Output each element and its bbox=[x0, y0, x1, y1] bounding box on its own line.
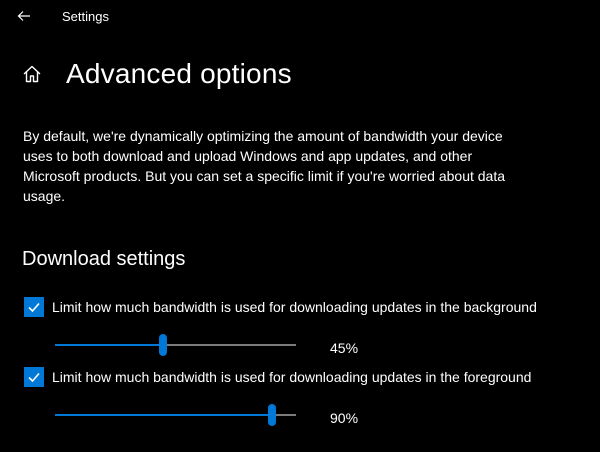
foreground-slider-value: 90% bbox=[330, 410, 359, 426]
back-arrow-icon bbox=[17, 11, 30, 21]
window-title: Settings bbox=[62, 9, 109, 24]
background-limit-checkbox-row[interactable]: Limit how much bandwidth is used for dow… bbox=[24, 297, 537, 317]
back-button[interactable] bbox=[12, 6, 36, 26]
background-slider-value: 45% bbox=[330, 340, 359, 356]
foreground-limit-checkbox[interactable] bbox=[24, 367, 44, 387]
home-button[interactable] bbox=[22, 63, 44, 85]
background-limit-checkbox[interactable] bbox=[24, 297, 44, 317]
section-heading-download-settings: Download settings bbox=[22, 248, 186, 270]
background-bandwidth-slider[interactable] bbox=[55, 333, 296, 357]
title-bar: Settings bbox=[0, 0, 600, 32]
page-header: Advanced options bbox=[22, 56, 292, 92]
page-title: Advanced options bbox=[66, 58, 292, 89]
foreground-limit-label: Limit how much bandwidth is used for dow… bbox=[52, 369, 532, 385]
foreground-limit-checkbox-row[interactable]: Limit how much bandwidth is used for dow… bbox=[24, 367, 531, 387]
slider-thumb[interactable] bbox=[267, 404, 276, 426]
foreground-bandwidth-slider[interactable] bbox=[55, 403, 296, 427]
background-limit-label: Limit how much bandwidth is used for dow… bbox=[52, 299, 537, 315]
slider-fill bbox=[55, 344, 164, 346]
checkmark-icon bbox=[28, 302, 40, 313]
slider-fill bbox=[55, 414, 272, 416]
checkmark-icon bbox=[28, 372, 40, 383]
home-icon bbox=[23, 65, 41, 83]
slider-thumb[interactable] bbox=[159, 334, 168, 356]
description-text: By default, we're dynamically optimizing… bbox=[23, 128, 506, 204]
